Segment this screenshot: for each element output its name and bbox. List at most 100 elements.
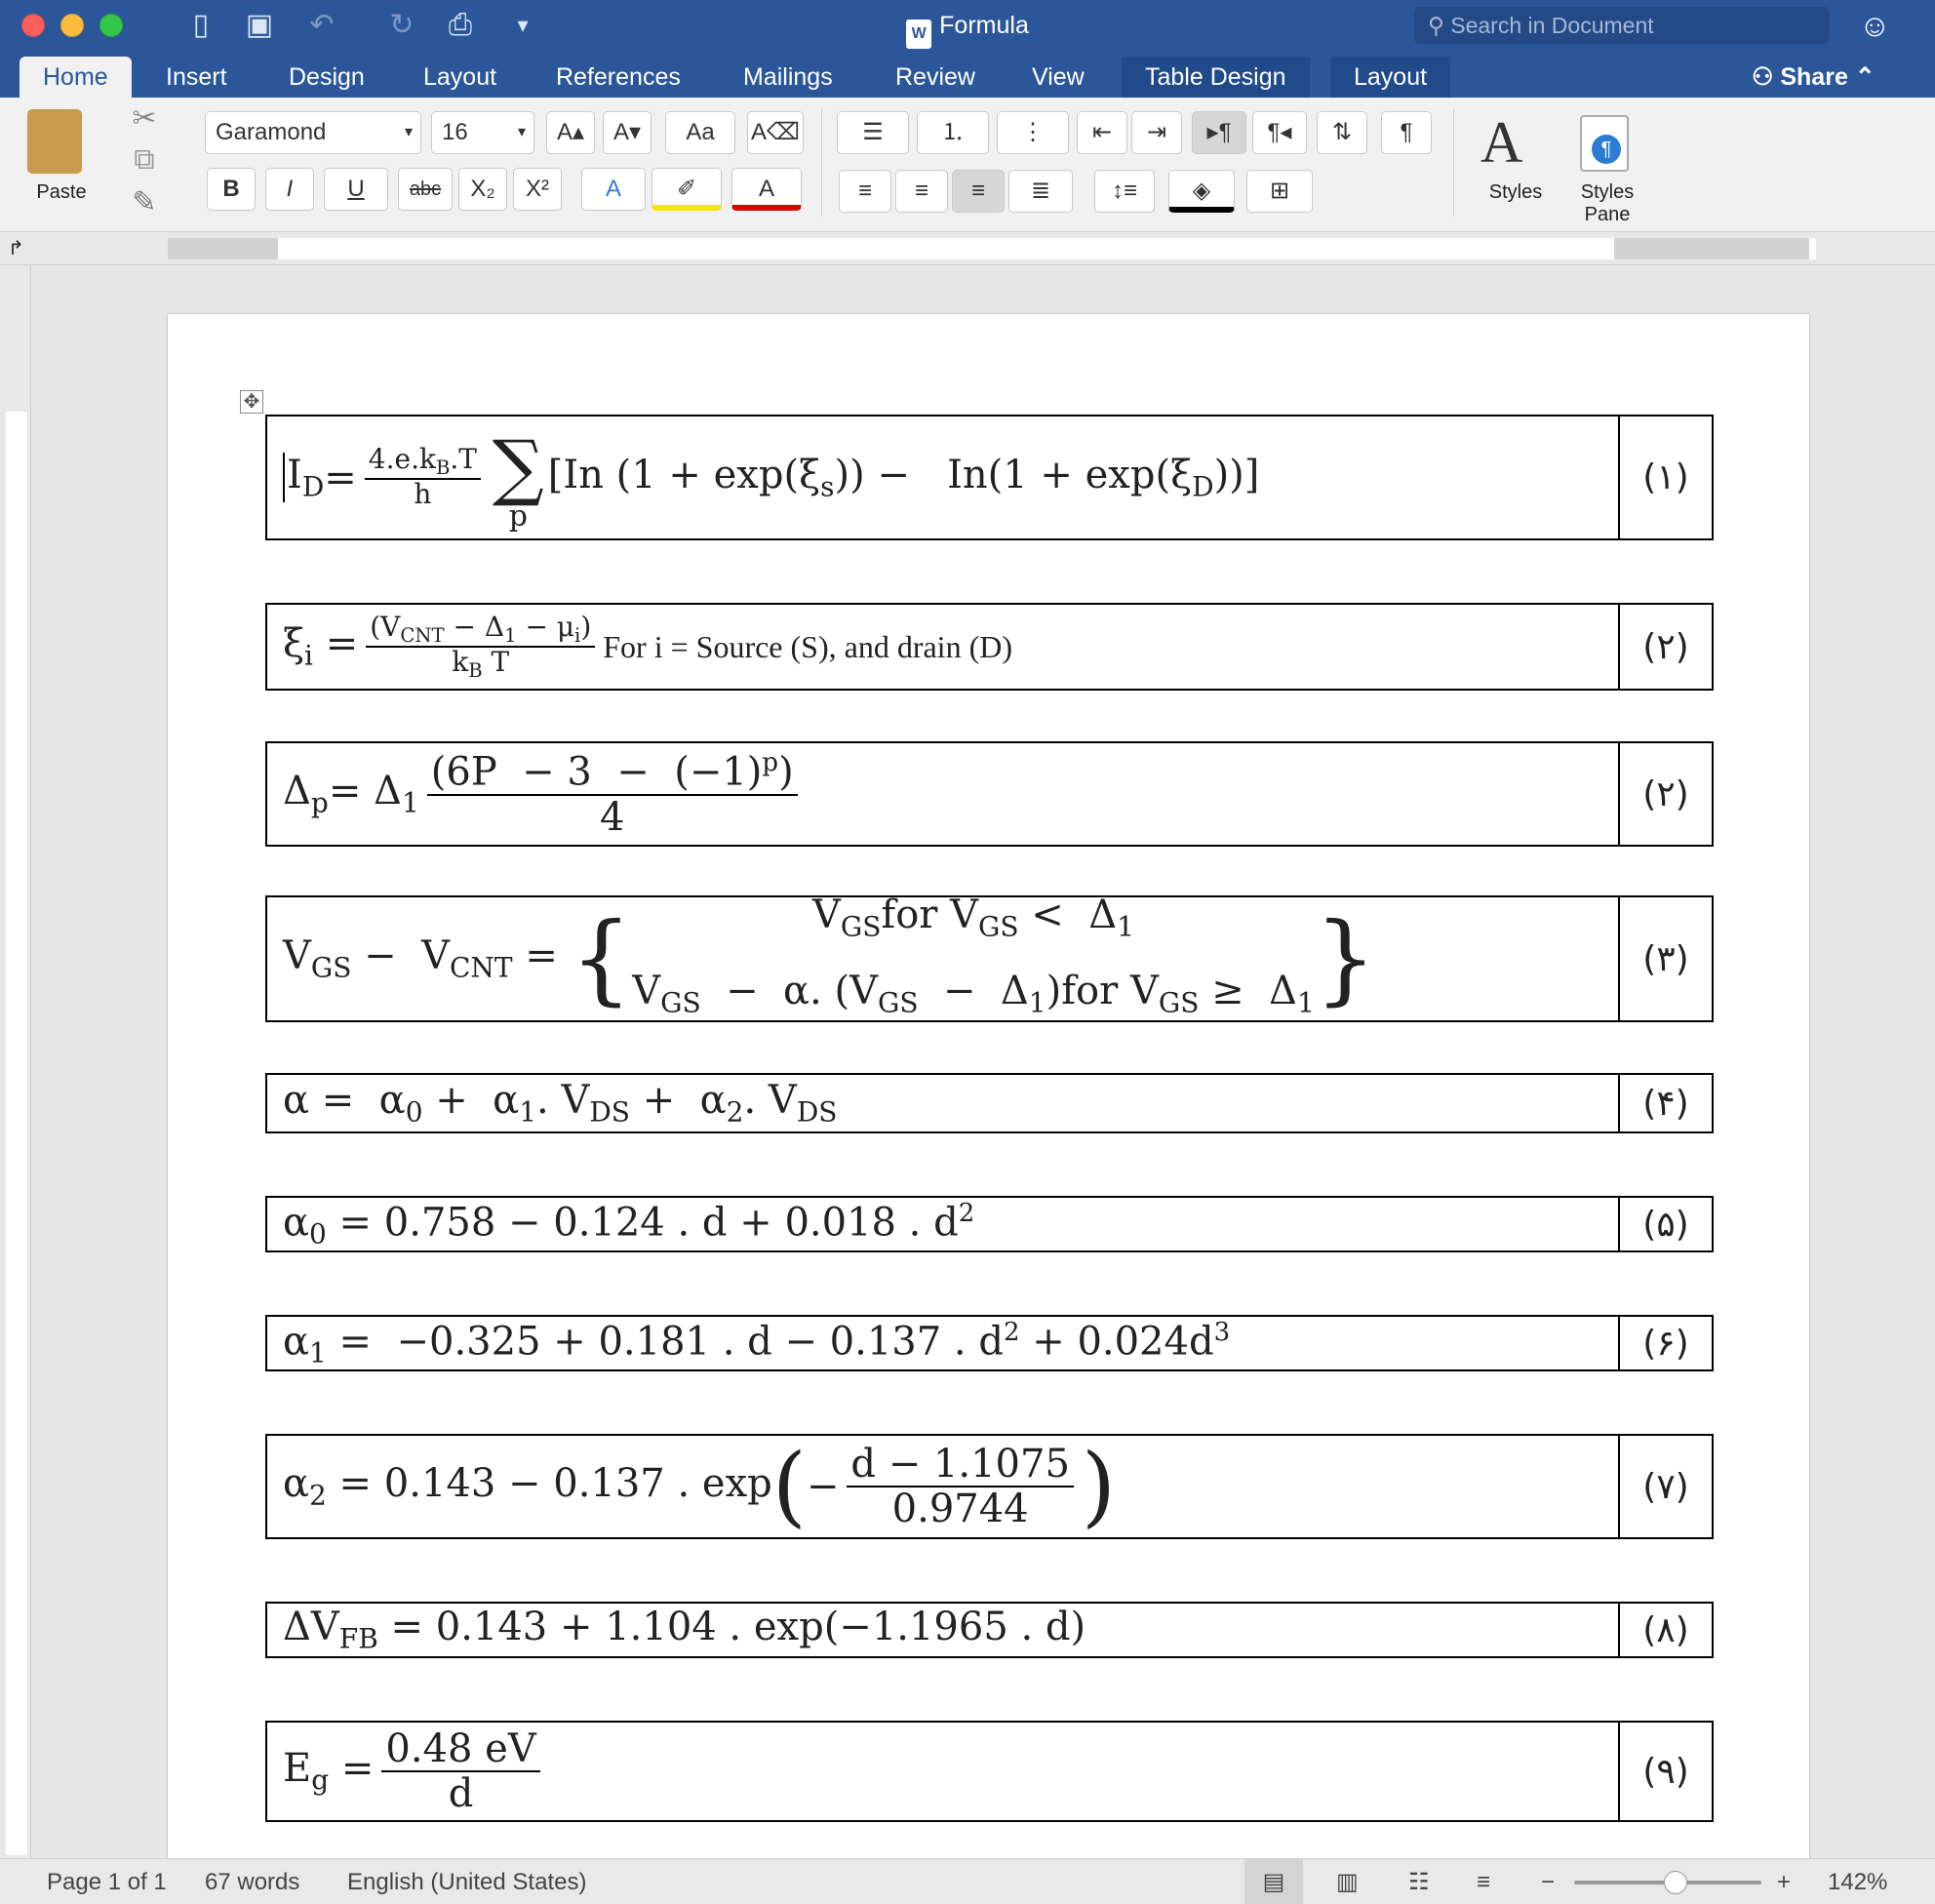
status-bar: Page 1 of 1 67 words English (United Sta… xyxy=(0,1858,1935,1904)
feedback-smiley-icon[interactable]: ☺ xyxy=(1859,8,1891,43)
fraction: d − 1.1075 0.9744 xyxy=(847,1443,1074,1530)
equation-number: (۲) xyxy=(1618,743,1712,845)
italic-icon[interactable]: I xyxy=(265,168,314,211)
strikethrough-icon[interactable]: abc xyxy=(398,168,453,211)
tab-design[interactable]: Design xyxy=(265,57,388,98)
tab-review[interactable]: Review xyxy=(872,57,999,98)
title-bar: ▯ ▣ ↶ ↻ ⎙ ▾ W Formula ⚲ Search in Documen… xyxy=(0,0,1935,51)
paste-label[interactable]: Paste xyxy=(25,181,98,204)
styles-icon[interactable]: A xyxy=(1481,109,1522,177)
equation-2[interactable]: ξi = (VCNT − Δ1 − μi) kB T For i = Source… xyxy=(283,605,1618,689)
equation-7[interactable]: α1 = −0.325 + 0.181 . d − 0.137 . d2 + 0… xyxy=(283,1317,1618,1369)
vertical-ruler[interactable] xyxy=(0,265,31,1858)
tab-insert[interactable]: Insert xyxy=(142,57,251,98)
numbering-icon[interactable]: ⒈ xyxy=(917,111,989,154)
align-center-icon[interactable]: ≡ xyxy=(895,170,948,213)
cut-icon[interactable]: ✂ xyxy=(125,101,164,137)
tab-home[interactable]: Home xyxy=(20,57,132,98)
font-size-select[interactable]: 16 ▾ xyxy=(431,111,534,154)
equation-8[interactable]: α2 = 0.143 − 0.137 . exp ( − d − 1.1075 0… xyxy=(283,1436,1618,1537)
paren: ) xyxy=(1081,1435,1117,1537)
sort-icon[interactable]: ⇅ xyxy=(1317,111,1367,154)
line-spacing-icon[interactable]: ↕≡ xyxy=(1094,170,1155,213)
equation-row-6[interactable]: α0 = 0.758 − 0.124 . d + 0.018 . d2 (۵) xyxy=(265,1196,1714,1252)
search-input[interactable]: ⚲ Search in Document xyxy=(1414,7,1830,44)
shrink-font-icon[interactable]: A▾ xyxy=(603,111,652,154)
styles-pane-label[interactable]: Styles Pane xyxy=(1560,181,1654,226)
equation-number: (۴) xyxy=(1618,1075,1712,1131)
equation-row-7[interactable]: α1 = −0.325 + 0.181 . d − 0.137 . d2 + 0… xyxy=(265,1315,1714,1371)
equation-row-1[interactable]: ID = 4.e.kB.T h ∑ p [In (1 + exp(ξs)) − In(… xyxy=(265,415,1714,540)
equation-10[interactable]: Eg = 0.48 eV d xyxy=(283,1723,1618,1820)
equation-row-9[interactable]: ΔVFB = 0.143 + 1.104 . exp(−1.1965 . d) … xyxy=(265,1602,1714,1658)
tab-table-design[interactable]: Table Design xyxy=(1122,57,1310,98)
outline-view-icon[interactable]: ☷ xyxy=(1408,1859,1430,1904)
equation-row-3[interactable]: Δp= Δ1 (6P − 3 − (−1)p) 4 (۲) xyxy=(265,741,1714,847)
tab-view[interactable]: View xyxy=(1008,57,1108,98)
grow-font-icon[interactable]: A▴ xyxy=(546,111,595,154)
tab-layout[interactable]: Layout xyxy=(400,57,520,98)
print-layout-icon[interactable]: ▤ xyxy=(1244,1859,1303,1904)
bold-icon[interactable]: B xyxy=(207,168,256,211)
zoom-slider-handle[interactable] xyxy=(1664,1871,1687,1894)
increase-indent-icon[interactable]: ⇥ xyxy=(1131,111,1182,154)
change-case-icon[interactable]: Aa xyxy=(665,111,735,154)
copy-icon[interactable]: ⧉ xyxy=(125,142,164,178)
horizontal-ruler[interactable]: ↱ xyxy=(0,232,1935,265)
clear-formatting-icon[interactable]: A⌫ xyxy=(747,111,804,154)
justify-icon[interactable]: ≣ xyxy=(1008,170,1073,213)
paste-icon[interactable] xyxy=(27,109,82,174)
language-indicator[interactable]: English (United States) xyxy=(347,1859,586,1904)
bullets-icon[interactable]: ☰ xyxy=(837,111,909,154)
chevron-down-icon: ▾ xyxy=(404,124,413,140)
equation-4[interactable]: VGS − VCNT = { VGSfor VGS < Δ1 VGS − α. (… xyxy=(283,892,1618,1020)
zoom-out-icon[interactable]: − xyxy=(1541,1859,1555,1904)
equation-9[interactable]: ΔVFB = 0.143 + 1.104 . exp(−1.1965 . d) xyxy=(283,1604,1618,1656)
equation-row-4[interactable]: VGS − VCNT = { VGSfor VGS < Δ1 VGS − α. (… xyxy=(265,892,1714,1022)
equation-6[interactable]: α0 = 0.758 − 0.124 . d + 0.018 . d2 xyxy=(283,1198,1618,1250)
align-right-icon[interactable]: ≡ xyxy=(952,170,1005,213)
share-button[interactable]: ⚇ Share ⌃ xyxy=(1752,57,1876,98)
font-color-icon[interactable]: A xyxy=(731,168,802,211)
equation-1[interactable]: ID = 4.e.kB.T h ∑ p [In (1 + exp(ξs)) − In(… xyxy=(283,416,1618,538)
show-formatting-icon[interactable]: ¶ xyxy=(1381,111,1432,154)
web-layout-icon[interactable]: ▥ xyxy=(1336,1859,1359,1904)
decrease-indent-icon[interactable]: ⇤ xyxy=(1077,111,1127,154)
zoom-level[interactable]: 142% xyxy=(1828,1859,1887,1904)
tab-references[interactable]: References xyxy=(533,57,704,98)
borders-icon[interactable]: ⊞ xyxy=(1246,170,1313,213)
format-painter-icon[interactable]: ✎ xyxy=(125,185,164,220)
equation-row-8[interactable]: α2 = 0.143 − 0.137 . exp ( − d − 1.1075 0… xyxy=(265,1434,1714,1539)
shading-icon[interactable]: ◈ xyxy=(1168,170,1235,213)
equation-row-10[interactable]: Eg = 0.48 eV d (۹) xyxy=(265,1721,1714,1822)
text-effects-icon[interactable]: A xyxy=(581,168,646,211)
subscript-icon[interactable]: X₂ xyxy=(458,168,507,211)
equation-5[interactable]: α = α0 + α1. VDS + α2. VDS xyxy=(283,1075,1618,1131)
pilcrow-icon: ¶ xyxy=(1592,135,1621,164)
rtl-direction-icon[interactable]: ¶◂ xyxy=(1252,111,1307,154)
equation-row-5[interactable]: α = α0 + α1. VDS + α2. VDS (۴) xyxy=(265,1073,1714,1133)
collapse-ribbon-icon[interactable]: ⌃ xyxy=(1855,63,1876,91)
multilevel-list-icon[interactable]: ⋮ xyxy=(997,111,1069,154)
zoom-in-icon[interactable]: + xyxy=(1777,1859,1791,1904)
tab-mailings[interactable]: Mailings xyxy=(720,57,856,98)
fraction: (6P − 3 − (−1)p) 4 xyxy=(426,749,798,839)
equation-row-2[interactable]: ξi = (VCNT − Δ1 − μi) kB T For i = Source… xyxy=(265,603,1714,691)
table-move-handle[interactable]: ✥ xyxy=(240,390,263,414)
word-doc-icon: W xyxy=(906,20,932,49)
highlight-color-icon[interactable]: ✐ xyxy=(652,168,722,211)
draft-view-icon[interactable]: ≡ xyxy=(1477,1859,1490,1904)
tab-table-layout[interactable]: Layout xyxy=(1330,57,1451,98)
align-left-icon[interactable]: ≡ xyxy=(839,170,891,213)
equation-3[interactable]: Δp= Δ1 (6P − 3 − (−1)p) 4 xyxy=(283,743,1618,845)
page-count[interactable]: Page 1 of 1 xyxy=(47,1859,167,1904)
styles-label[interactable]: Styles xyxy=(1469,181,1562,204)
styles-pane-icon[interactable]: ¶ xyxy=(1580,115,1629,172)
font-name-select[interactable]: Garamond ▾ xyxy=(205,111,421,154)
word-count[interactable]: 67 words xyxy=(205,1859,299,1904)
ltr-direction-icon[interactable]: ▸¶ xyxy=(1192,111,1246,154)
superscript-icon[interactable]: X² xyxy=(513,168,562,211)
tab-stop-icon[interactable]: ↱ xyxy=(8,236,24,260)
piecewise: { VGSfor VGS < Δ1 VGS − α. (VGS − Δ1)for … xyxy=(570,892,1377,1019)
underline-icon[interactable]: U xyxy=(324,168,388,211)
